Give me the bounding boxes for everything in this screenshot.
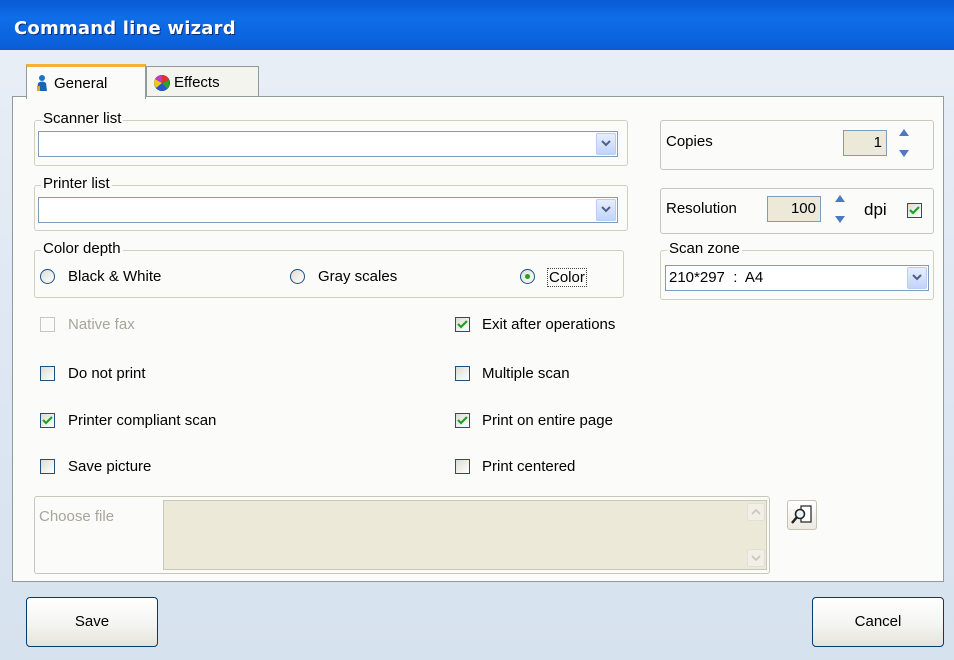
print-on-entire-page-checkbox[interactable] — [455, 413, 470, 428]
copies-label: Copies — [666, 133, 713, 150]
resolution-label: Resolution — [666, 200, 737, 217]
exit-after-operations-label: Exit after operations — [482, 316, 616, 333]
scan-zone-value: 210*297 : A4 — [669, 269, 764, 286]
radio-gray-scales-label: Gray scales — [318, 268, 398, 285]
resolution-dpi-checkbox[interactable] — [907, 203, 922, 218]
multiple-scan-checkbox[interactable] — [455, 366, 470, 381]
dpi-label: dpi — [864, 200, 887, 219]
scan-zone-label: Scan zone — [667, 240, 742, 257]
print-centered-label: Print centered — [482, 458, 576, 475]
native-fax-checkbox[interactable] — [40, 317, 55, 332]
native-fax-label: Native fax — [68, 316, 135, 333]
multiple-scan-label: Multiple scan — [482, 365, 570, 382]
color-wheel-icon — [153, 74, 171, 92]
copies-spinner[interactable] — [896, 124, 912, 162]
resolution-spinner[interactable] — [832, 190, 848, 228]
radio-color[interactable] — [520, 269, 535, 284]
resolution-input[interactable]: 100 — [767, 196, 821, 222]
chevron-down-icon[interactable] — [596, 133, 616, 155]
window-title: Command line wizard — [14, 18, 236, 39]
tab-effects[interactable]: Effects — [146, 66, 259, 98]
radio-gray-scales[interactable] — [290, 269, 305, 284]
person-icon — [33, 74, 51, 92]
choose-file-label: Choose file — [39, 508, 115, 525]
tab-general-label: General — [54, 74, 108, 92]
command-line-wizard-window: Command line wizard General Effects Scan… — [0, 0, 954, 660]
tab-effects-label: Effects — [174, 74, 220, 91]
printer-compliant-scan-checkbox[interactable] — [40, 413, 55, 428]
choose-file-textbox[interactable] — [163, 500, 767, 570]
scroll-down-icon[interactable] — [747, 549, 765, 567]
printer-list-label: Printer list — [41, 175, 112, 192]
print-centered-checkbox[interactable] — [455, 459, 470, 474]
scanner-list-label: Scanner list — [41, 110, 124, 127]
copies-input[interactable]: 1 — [843, 130, 887, 156]
save-picture-label: Save picture — [68, 458, 152, 475]
print-on-entire-page-label: Print on entire page — [482, 412, 613, 429]
scanner-list-combo[interactable] — [38, 131, 618, 157]
do-not-print-label: Do not print — [68, 365, 146, 382]
scan-zone-combo[interactable]: 210*297 : A4 — [665, 265, 929, 291]
exit-after-operations-checkbox[interactable] — [455, 317, 470, 332]
do-not-print-checkbox[interactable] — [40, 366, 55, 381]
tab-general[interactable]: General — [26, 64, 146, 99]
printer-compliant-scan-label: Printer compliant scan — [68, 412, 217, 429]
save-picture-checkbox[interactable] — [40, 459, 55, 474]
radio-black-white[interactable] — [40, 269, 55, 284]
browse-file-button[interactable] — [787, 500, 817, 530]
color-depth-label: Color depth — [41, 240, 123, 257]
scroll-up-icon[interactable] — [747, 503, 765, 521]
radio-color-label: Color — [547, 268, 587, 287]
radio-black-white-label: Black & White — [68, 268, 162, 285]
printer-list-combo[interactable] — [38, 197, 618, 223]
cancel-button[interactable]: Cancel — [812, 597, 944, 647]
magnifier-icon — [791, 505, 812, 524]
chevron-down-icon[interactable] — [907, 267, 927, 289]
save-button[interactable]: Save — [26, 597, 158, 647]
chevron-down-icon[interactable] — [596, 199, 616, 221]
